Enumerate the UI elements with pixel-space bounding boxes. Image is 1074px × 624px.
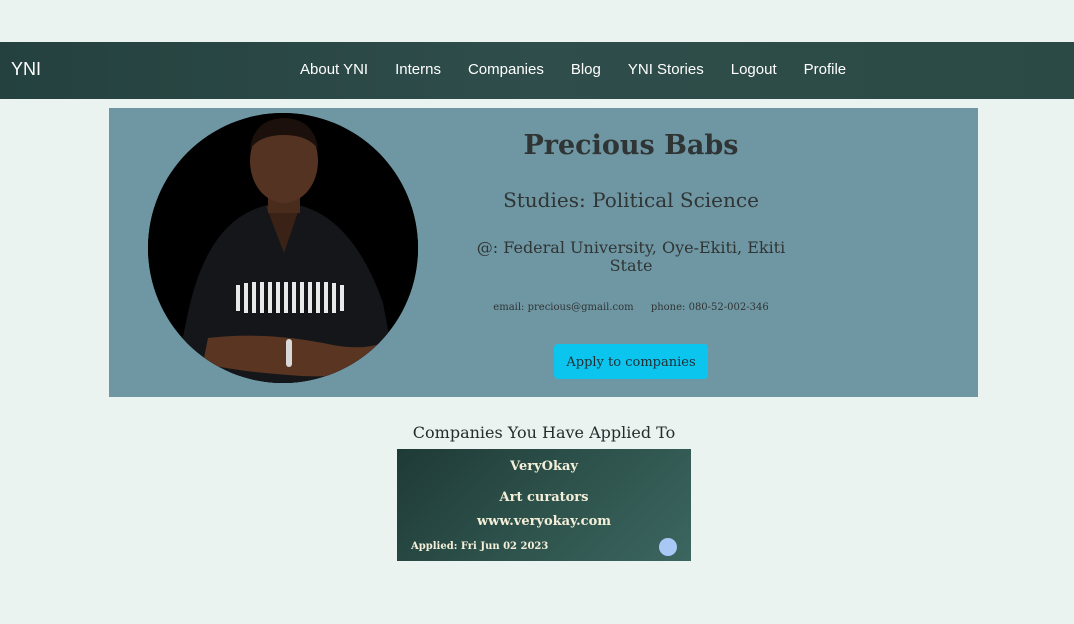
profile-card: Precious Babs Studies: Political Science… bbox=[109, 108, 978, 397]
company-website[interactable]: www.veryokay.com bbox=[397, 514, 691, 529]
status-dot-icon[interactable] bbox=[659, 538, 677, 556]
nav-about-yni[interactable]: About YNI bbox=[300, 61, 368, 78]
nav-yni-stories[interactable]: YNI Stories bbox=[628, 61, 704, 78]
profile-avatar bbox=[148, 113, 418, 383]
profile-email: email: precious@gmail.com bbox=[493, 302, 634, 313]
apply-to-companies-button[interactable]: Apply to companies bbox=[554, 344, 708, 379]
nav-logout[interactable]: Logout bbox=[731, 61, 777, 78]
company-name: VeryOkay bbox=[510, 459, 578, 474]
brand-logo[interactable]: YNI bbox=[11, 59, 41, 80]
nav-links: About YNI Interns Companies Blog YNI Sto… bbox=[300, 61, 873, 78]
profile-contacts: email: precious@gmail.com phone: 080-52-… bbox=[469, 302, 793, 313]
nav-profile[interactable]: Profile bbox=[804, 61, 847, 78]
applied-companies-heading: Companies You Have Applied To bbox=[412, 423, 676, 442]
profile-phone: phone: 080-52-002-346 bbox=[650, 302, 769, 313]
person-photo-icon bbox=[148, 113, 418, 383]
profile-school: @: Federal University, Oye-Ekiti, Ekiti … bbox=[476, 238, 786, 275]
navbar: YNI About YNI Interns Companies Blog YNI… bbox=[0, 42, 1074, 99]
profile-name: Precious Babs bbox=[523, 130, 739, 161]
company-card[interactable]: VeryOkay Art curators www.veryokay.com A… bbox=[397, 449, 691, 561]
company-applied-date: Applied: Fri Jun 02 2023 bbox=[411, 541, 549, 552]
nav-companies[interactable]: Companies bbox=[468, 61, 544, 78]
profile-studies: Studies: Political Science bbox=[503, 188, 759, 212]
nav-interns[interactable]: Interns bbox=[395, 61, 441, 78]
company-description: Art curators bbox=[499, 490, 589, 505]
nav-blog[interactable]: Blog bbox=[571, 61, 601, 78]
